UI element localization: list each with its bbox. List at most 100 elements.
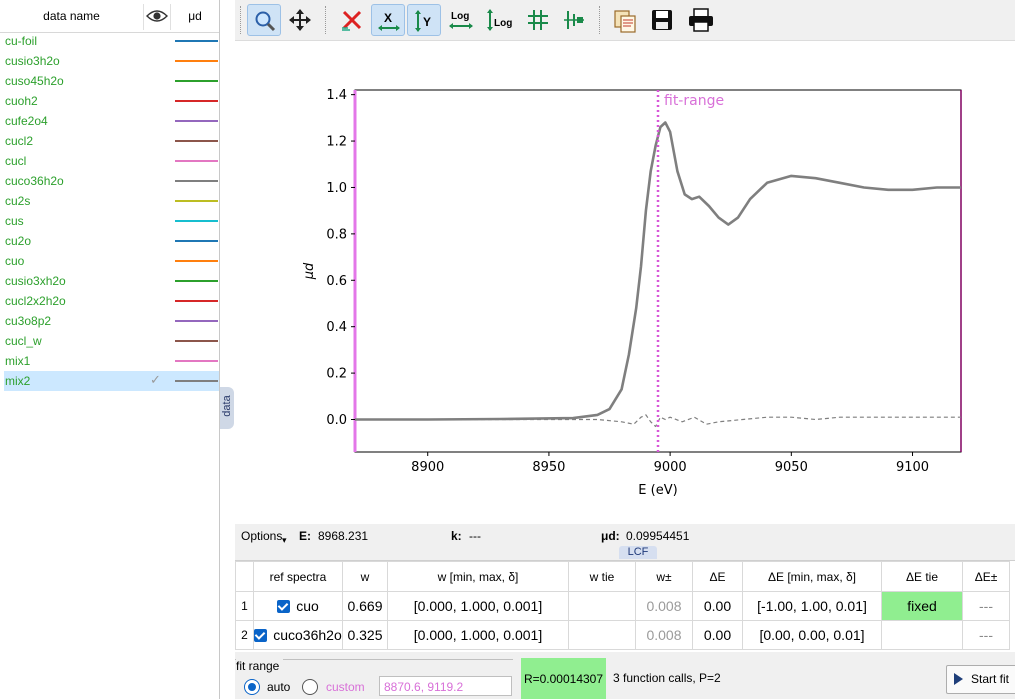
column-header[interactable]: ΔE tie xyxy=(881,561,963,592)
line-style-swatch[interactable] xyxy=(175,380,218,382)
options-dropdown-icon[interactable]: ▾ xyxy=(282,535,287,546)
save-button[interactable] xyxy=(645,4,679,36)
data-list-item[interactable]: mix2 ✓ xyxy=(4,371,219,391)
line-style-swatch[interactable] xyxy=(175,240,218,242)
data-list-item[interactable]: cus xyxy=(4,211,219,231)
pan-button[interactable] xyxy=(283,4,317,36)
zoom-button[interactable] xyxy=(247,4,281,36)
w-tie-cell[interactable] xyxy=(568,620,636,650)
data-side-tab[interactable]: data xyxy=(220,387,234,429)
start-fit-button[interactable]: Start fit xyxy=(946,665,1015,694)
data-list-item[interactable]: cucl_w xyxy=(4,331,219,351)
line-style-swatch[interactable] xyxy=(175,100,218,102)
line-style-swatch[interactable] xyxy=(175,160,218,162)
data-list-item[interactable]: mix1 xyxy=(4,351,219,371)
visible-check-icon[interactable]: ✓ xyxy=(150,372,161,388)
mu-label: μd: xyxy=(601,529,620,543)
autoscale-button[interactable] xyxy=(335,4,369,36)
ref-spectrum-cell[interactable]: cuco36h2o xyxy=(253,620,343,650)
line-style-swatch[interactable] xyxy=(175,80,218,82)
line-style-swatch[interactable] xyxy=(175,340,218,342)
log-text: Log xyxy=(494,18,512,29)
de-cell[interactable]: 0.00 xyxy=(692,591,743,621)
de-cell[interactable]: 0.00 xyxy=(692,620,743,650)
column-header[interactable]: w± xyxy=(635,561,693,592)
grid-button[interactable] xyxy=(521,4,555,36)
custom-radio[interactable] xyxy=(302,679,318,695)
auto-radio[interactable] xyxy=(244,679,260,695)
data-list-item[interactable]: cuoh2 xyxy=(4,91,219,111)
fit-range-title: fit range xyxy=(236,659,284,673)
data-list-item[interactable]: cucl2 xyxy=(4,131,219,151)
line-style-swatch[interactable] xyxy=(175,120,218,122)
options-menu[interactable]: Options xyxy=(241,529,282,543)
data-list-item[interactable]: cufe2o4 xyxy=(4,111,219,131)
index-header xyxy=(235,561,254,592)
line-style-swatch[interactable] xyxy=(175,220,218,222)
plot-area[interactable]: 8900 8950 9000 9050 9100 0.0 0.2 0.4 0.6 0.8 1.0 1.… xyxy=(235,41,1015,523)
data-list-item[interactable]: cucl2x2h2o xyxy=(4,291,219,311)
ref-spectrum-cell[interactable]: cuo xyxy=(253,591,343,621)
eye-icon[interactable] xyxy=(144,0,170,32)
x-autoscale-button[interactable]: X xyxy=(371,4,405,36)
w-tie-cell[interactable] xyxy=(568,591,636,621)
de-tie-cell[interactable]: fixed xyxy=(881,591,963,621)
line-style-swatch[interactable] xyxy=(175,320,218,322)
data-list-item[interactable]: cucl xyxy=(4,151,219,171)
column-header[interactable]: ref spectra xyxy=(253,561,343,592)
line-style-swatch[interactable] xyxy=(175,280,218,282)
y-log-button[interactable]: Log xyxy=(481,4,515,36)
data-item-label: cucl_w xyxy=(5,334,42,348)
line-style-swatch[interactable] xyxy=(175,60,218,62)
ref-checkbox[interactable] xyxy=(277,600,291,613)
ref-checkbox[interactable] xyxy=(254,629,268,642)
w-cell[interactable]: 0.325 xyxy=(342,620,388,650)
line-style-swatch[interactable] xyxy=(175,300,218,302)
line-style-swatch[interactable] xyxy=(175,40,218,42)
r-factor-display: R=0.00014307 xyxy=(521,658,606,699)
de-range-cell[interactable]: [-1.00, 1.00, 0.01] xyxy=(742,591,882,621)
data-item-label: cu2s xyxy=(5,194,31,208)
data-list-item[interactable]: cu3o8p2 xyxy=(4,311,219,331)
column-header[interactable]: ΔE xyxy=(692,561,743,592)
print-button[interactable] xyxy=(683,4,717,36)
data-list-item[interactable]: cuso45h2o xyxy=(4,71,219,91)
copy-button[interactable] xyxy=(607,4,641,36)
line-style-swatch[interactable] xyxy=(175,260,218,262)
column-header[interactable]: w xyxy=(342,561,388,592)
data-list-item[interactable]: cu2s xyxy=(4,191,219,211)
y-tick-label: 0.0 xyxy=(326,413,347,428)
xas-chart[interactable]: 8900 8950 9000 9050 9100 0.0 0.2 0.4 0.6 0.8 1.0 1.… xyxy=(235,41,1015,523)
log-text: Log xyxy=(451,11,469,22)
auto-radio-label[interactable]: auto xyxy=(267,680,290,694)
tab-lcf[interactable]: LCF xyxy=(619,546,657,559)
w-range-cell[interactable]: [0.000, 1.000, 0.001] xyxy=(387,591,569,621)
line-style-swatch[interactable] xyxy=(175,140,218,142)
column-header-mu[interactable]: μd xyxy=(171,0,219,32)
column-header[interactable]: w tie xyxy=(568,561,636,592)
de-tie-cell[interactable] xyxy=(881,620,963,650)
data-list-item[interactable]: cuo xyxy=(4,251,219,271)
k-readout: --- xyxy=(469,529,481,543)
w-range-cell[interactable]: [0.000, 1.000, 0.001] xyxy=(387,620,569,650)
line-style-swatch[interactable] xyxy=(175,180,218,182)
de-range-cell[interactable]: [0.00, 0.00, 0.01] xyxy=(742,620,882,650)
line-style-swatch[interactable] xyxy=(175,360,218,362)
data-item-label: cucl2x2h2o xyxy=(5,294,66,308)
data-list-item[interactable]: cu-foil xyxy=(4,31,219,51)
data-list-item[interactable]: cusio3xh2o xyxy=(4,271,219,291)
data-list-item[interactable]: cusio3h2o xyxy=(4,51,219,71)
data-list-item[interactable]: cuco36h2o xyxy=(4,171,219,191)
legend-button[interactable] xyxy=(557,4,591,36)
line-style-swatch[interactable] xyxy=(175,200,218,202)
data-list-item[interactable]: cu2o xyxy=(4,231,219,251)
column-header-data-name[interactable]: data name xyxy=(0,0,143,32)
column-header[interactable]: ΔE [min, max, δ] xyxy=(742,561,882,592)
column-header[interactable]: ΔE± xyxy=(962,561,1010,592)
custom-radio-label[interactable]: custom xyxy=(326,680,365,694)
w-cell[interactable]: 0.669 xyxy=(342,591,388,621)
x-log-button[interactable]: Log xyxy=(443,4,477,36)
y-autoscale-button[interactable]: Y xyxy=(407,4,441,36)
column-header[interactable]: w [min, max, δ] xyxy=(387,561,569,592)
fit-range-input[interactable]: 8870.6, 9119.2 xyxy=(379,676,512,696)
